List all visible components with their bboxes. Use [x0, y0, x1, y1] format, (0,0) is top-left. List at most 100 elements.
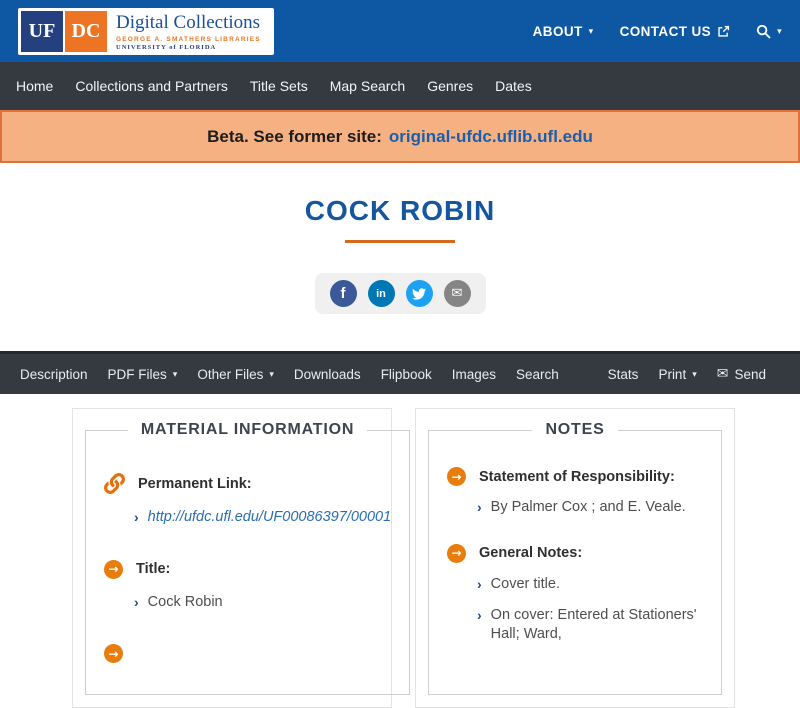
toolbar-label: PDF Files: [107, 366, 167, 382]
field-label: Title:: [136, 561, 171, 578]
ufdc-logo[interactable]: UF DC Digital Collections GEORGE A. SMAT…: [18, 7, 274, 55]
about-menu[interactable]: ABOUT ▾: [533, 24, 594, 39]
logo-title: Digital Collections: [116, 11, 261, 33]
toolbar-pdf-files[interactable]: PDF Files ▾: [98, 367, 188, 382]
toolbar-label: Downloads: [293, 366, 361, 382]
facebook-share-button[interactable]: f: [329, 280, 357, 307]
social-share-bar: f in ✉: [314, 273, 486, 314]
page-title: COCK ROBIN: [304, 195, 496, 226]
field-value-row: › http://ufdc.ufl.edu/UF00086397/00001: [134, 508, 391, 528]
field-label-row: →: [104, 644, 391, 664]
toolbar-label: Other Files: [197, 366, 264, 382]
logo-smathers-line: GEORGE A. SMATHERS LIBRARIES: [116, 35, 261, 43]
notes-fieldset: NOTES → Statement of Responsibility: › By Pa…: [428, 421, 722, 695]
field-label-row: → Statement of Responsibility:: [447, 467, 703, 486]
arrow-circle-icon: →: [104, 644, 123, 664]
title-underline: [345, 240, 455, 243]
twitter-share-button[interactable]: [405, 280, 433, 307]
search-icon: [756, 24, 771, 38]
toolbar-description[interactable]: Description: [10, 367, 98, 382]
toolbar-label: Description: [20, 366, 88, 382]
external-link-icon: [718, 25, 730, 37]
material-information-panel: MATERIAL INFORMATION Permanent Link: › http…: [72, 408, 411, 708]
field-label-row: → Title:: [104, 559, 391, 579]
arrow-circle-icon: →: [447, 543, 466, 563]
toolbar-label: Print: [658, 366, 687, 382]
item-toolbar: Description PDF Files ▾ Other Files ▾ Downloa…: [0, 351, 800, 394]
field-value: Cock Robin: [147, 593, 223, 610]
toolbar-left-group: Description PDF Files ▾ Other Files ▾ Downloa…: [10, 367, 569, 382]
toolbar-label: Flipbook: [380, 366, 432, 382]
toolbar-label: Send: [734, 366, 766, 382]
toolbar-other-files[interactable]: Other Files ▾: [187, 367, 284, 382]
toolbar-stats[interactable]: Stats: [598, 366, 649, 382]
toolbar-downloads[interactable]: Downloads: [284, 367, 371, 382]
about-label: ABOUT: [532, 23, 583, 39]
nav-item-title-sets[interactable]: Title Sets: [239, 78, 319, 94]
panel-title: MATERIAL INFORMATION: [140, 421, 355, 438]
email-icon: ✉: [451, 286, 463, 301]
permalink-chain-icon: [104, 473, 125, 494]
chevron-down-icon: ▾: [269, 368, 274, 379]
field-value: On cover: Entered at Stationers' Hall; W…: [490, 607, 697, 643]
nav-item-map-search[interactable]: Map Search: [319, 78, 416, 94]
field-value-row: › Cock Robin: [134, 593, 391, 613]
chevron-right-icon: ›: [477, 575, 482, 592]
uf-logo-square: UF: [21, 10, 63, 52]
chevron-down-icon: ▾: [172, 368, 178, 379]
toolbar-label: Search: [516, 366, 559, 382]
content-panels: MATERIAL INFORMATION Permanent Link: › http…: [0, 394, 800, 708]
chevron-right-icon: ›: [134, 593, 139, 610]
twitter-bird-icon: [412, 287, 426, 300]
field-value-row: › Cover title.: [477, 575, 703, 595]
field-value[interactable]: http://ufdc.ufl.edu/UF00086397/00001: [148, 508, 391, 527]
contact-us-link[interactable]: CONTACT US: [620, 24, 731, 39]
material-information-fieldset: MATERIAL INFORMATION Permanent Link: › http…: [85, 421, 411, 695]
arrow-circle-icon: →: [447, 467, 466, 486]
toolbar-right-group: Stats Print ▾ ✉ Send: [598, 366, 776, 382]
chevron-right-icon: ›: [477, 607, 482, 624]
toolbar-print[interactable]: Print ▾: [648, 366, 706, 382]
toolbar-label: Stats: [607, 366, 639, 382]
field-value: By Palmer Cox ; and E. Veale.: [490, 499, 686, 515]
facebook-icon: f: [340, 285, 346, 302]
beta-banner: Beta. See former site: original-ufdc.ufl…: [0, 110, 800, 163]
nav-item-genres[interactable]: Genres: [416, 78, 484, 94]
toolbar-send[interactable]: ✉ Send: [707, 366, 776, 382]
nav-item-home[interactable]: Home: [5, 78, 64, 94]
chevron-down-icon: ▾: [777, 25, 782, 36]
chevron-right-icon: ›: [134, 509, 139, 525]
toolbar-images[interactable]: Images: [442, 367, 506, 382]
site-header: UF DC Digital Collections GEORGE A. SMAT…: [0, 0, 800, 62]
field-value: Cover title.: [490, 575, 560, 592]
beta-text: Beta. See former site:: [207, 126, 382, 146]
field-label: Permanent Link:: [138, 475, 252, 492]
logo-text: Digital Collections GEORGE A. SMATHERS L…: [107, 11, 271, 52]
email-share-button[interactable]: ✉: [443, 280, 471, 307]
nav-item-collections-and-partners[interactable]: Collections and Partners: [64, 78, 239, 94]
panel-title: NOTES: [545, 421, 605, 438]
toolbar-flipbook[interactable]: Flipbook: [371, 367, 442, 382]
dc-logo-square: DC: [65, 10, 107, 52]
chevron-down-icon: ▾: [588, 25, 594, 36]
field-label: General Notes:: [479, 545, 583, 562]
chevron-down-icon: ▾: [692, 368, 697, 379]
former-site-link[interactable]: original-ufdc.uflib.ufl.edu: [389, 127, 593, 147]
linkedin-share-button[interactable]: in: [367, 280, 395, 307]
search-toggle[interactable]: ▾: [756, 24, 782, 39]
notes-panel: NOTES → Statement of Responsibility: › By Pa…: [415, 408, 735, 708]
envelope-icon: ✉: [716, 366, 729, 382]
toolbar-search[interactable]: Search: [506, 367, 569, 382]
linkedin-icon: in: [376, 287, 386, 300]
main-nav: Home Collections and Partners Title Sets Ma…: [0, 62, 800, 110]
field-label-row: → General Notes:: [447, 543, 703, 563]
nav-item-dates[interactable]: Dates: [484, 78, 543, 94]
toolbar-label: Images: [451, 366, 496, 382]
logo-university-line: UNIVERSITY of FLORIDA: [116, 43, 217, 51]
arrow-circle-icon: →: [104, 559, 123, 579]
field-label: Statement of Responsibility:: [479, 468, 675, 485]
field-value-row: › On cover: Entered at Stationers' Hall; …: [477, 606, 703, 644]
field-value-row: › By Palmer Cox ; and E. Veale.: [477, 498, 703, 518]
chevron-right-icon: ›: [477, 499, 482, 515]
field-label-row: Permanent Link:: [104, 473, 391, 494]
